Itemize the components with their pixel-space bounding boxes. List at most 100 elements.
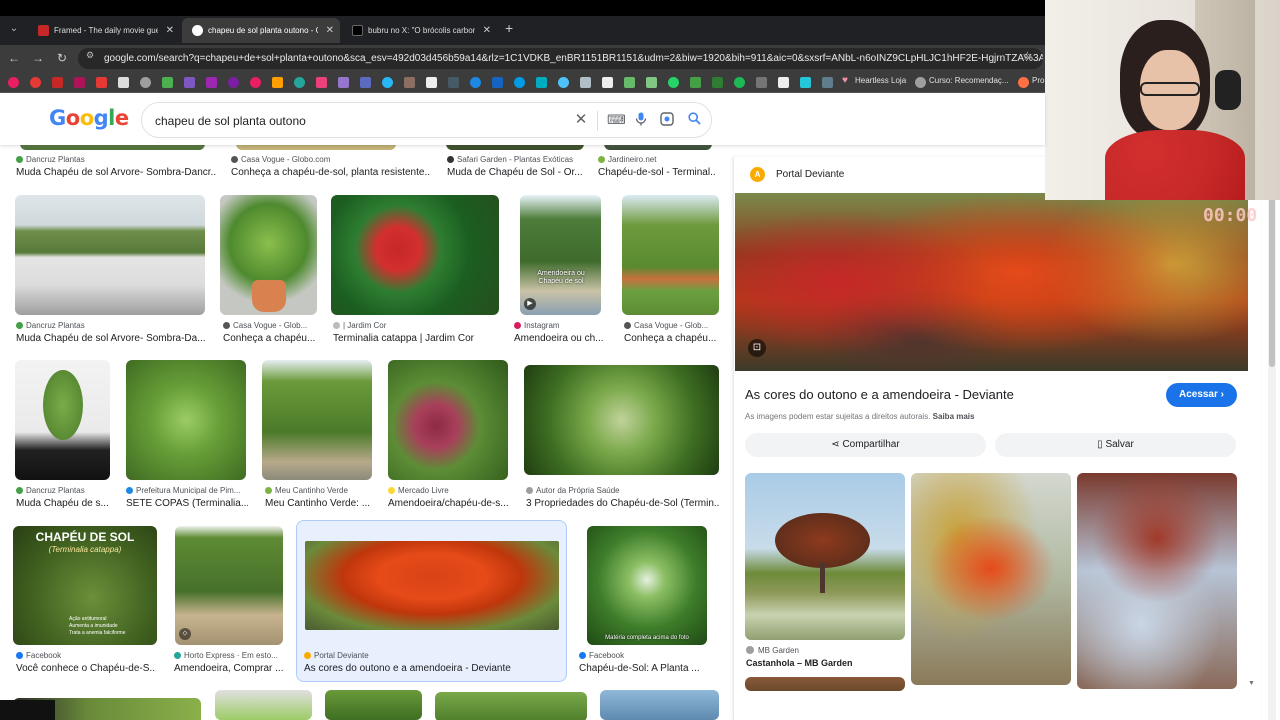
lens-search-icon[interactable]: ⊡ <box>748 339 766 357</box>
result-image-red-leaves[interactable] <box>331 195 499 315</box>
reload-icon[interactable]: ↻ <box>54 50 70 66</box>
result-image-sapling[interactable] <box>15 360 110 480</box>
bookmark-icon[interactable] <box>426 77 437 88</box>
result-image[interactable] <box>325 690 422 720</box>
bookmark-icon[interactable] <box>822 77 833 88</box>
result-source[interactable]: Facebook <box>16 651 156 660</box>
new-tab-button[interactable]: + <box>505 20 513 36</box>
result-image-chapeu-leaves[interactable]: Matéria completa acima do foto <box>587 526 707 645</box>
result-source[interactable]: Portal Deviante <box>304 651 559 660</box>
result-source[interactable]: Prefeitura Municipal de Pim... <box>126 486 248 495</box>
bookmark-icon[interactable] <box>404 77 415 88</box>
tab-search-icon[interactable]: ⌄ <box>6 21 22 37</box>
result-title[interactable]: Muda de Chapéu de Sol - Or... <box>447 167 582 178</box>
related-title[interactable]: Castanhola – MB Garden <box>746 658 853 668</box>
search-input[interactable]: chapeu de sol planta outono <box>155 114 306 128</box>
bookmark-icon[interactable] <box>602 77 613 88</box>
visit-button[interactable]: Acessar › <box>1166 383 1237 407</box>
result-image-tree-garden[interactable] <box>622 195 719 315</box>
bookmark-icon[interactable] <box>140 77 151 88</box>
bookmark-icon[interactable] <box>316 77 327 88</box>
result-image[interactable] <box>446 145 584 150</box>
bookmark-spotify-icon[interactable] <box>734 77 745 88</box>
keyboard-icon[interactable]: ⌨ <box>607 112 626 128</box>
result-source[interactable]: Dancruz Plantas <box>16 321 216 330</box>
result-title[interactable]: Você conhece o Chapéu-de-S... <box>16 663 156 674</box>
forward-arrow-icon[interactable]: → <box>30 50 46 66</box>
learn-more-link[interactable]: Saiba mais <box>933 412 975 421</box>
close-tab-icon[interactable]: ✕ <box>326 18 334 43</box>
result-image-tree-field[interactable]: ⬦ <box>175 526 283 645</box>
result-source[interactable]: Meu Cantinho Verde <box>265 486 375 495</box>
result-image-flower-leaves[interactable] <box>524 365 719 475</box>
bookmark-icon[interactable] <box>558 77 569 88</box>
bookmark-icon[interactable] <box>272 77 283 88</box>
address-bar[interactable]: google.com/search?q=chapeu+de+sol+planta… <box>78 48 1043 69</box>
bookmark-icon[interactable] <box>74 77 85 88</box>
close-tab-icon[interactable]: ✕ <box>483 18 491 43</box>
result-source[interactable]: Facebook <box>579 651 709 660</box>
result-title[interactable]: Terminalia catappa | Jardim Cor <box>333 333 498 344</box>
result-image[interactable] <box>215 690 312 720</box>
result-image[interactable] <box>600 690 719 720</box>
bookmark-heartless-loja[interactable]: Heartless Loja <box>855 76 906 85</box>
result-source[interactable]: Safari Garden - Plantas Exóticas <box>447 155 587 164</box>
preview-image[interactable] <box>735 193 1248 371</box>
result-source[interactable]: Casa Vogue - Globo.com <box>231 155 431 164</box>
page-scrollbar[interactable] <box>1268 157 1276 720</box>
microphone-icon[interactable] <box>633 112 649 128</box>
bookmark-icon[interactable] <box>536 77 547 88</box>
bookmark-icon[interactable] <box>580 77 591 88</box>
result-source[interactable]: Casa Vogue - Glob... <box>624 321 714 330</box>
lens-camera-icon[interactable] <box>659 112 675 128</box>
panel-title[interactable]: As cores do outono e a amendoeira - Devi… <box>745 387 1014 402</box>
tab-framed[interactable]: Framed - The daily movie guess ✕ <box>28 18 180 43</box>
result-title[interactable]: As cores do outono e a amendoeira - Devi… <box>304 663 559 674</box>
result-image-poster[interactable]: CHAPÉU DE SOL (Terminalia catappa) Ação … <box>13 526 157 645</box>
result-image[interactable] <box>435 692 587 720</box>
result-source[interactable]: Instagram <box>514 321 609 330</box>
clear-icon[interactable]: ✕ <box>573 112 589 128</box>
result-source[interactable]: Dancruz Plantas <box>16 155 216 164</box>
result-image-fruits[interactable] <box>388 360 508 480</box>
result-image-video-thumbnail[interactable]: Amendoeira ou Chapéu de sol ▶ <box>520 195 601 315</box>
tab-x-post[interactable]: bubru no X: "O brócolis carbon ✕ <box>342 18 497 43</box>
bookmark-star-icon[interactable]: ☆ <box>1022 49 1033 63</box>
result-image-big-tree[interactable] <box>262 360 372 480</box>
panel-scroll-down-icon[interactable]: ▼ <box>1248 680 1255 687</box>
bookmark-icon[interactable] <box>30 77 41 88</box>
result-image[interactable] <box>236 145 396 150</box>
bookmark-icon[interactable] <box>338 77 349 88</box>
bookmark-icon[interactable] <box>756 77 767 88</box>
bookmark-icon[interactable] <box>448 77 459 88</box>
google-logo[interactable]: Google <box>49 106 129 130</box>
bookmark-icon[interactable] <box>294 77 305 88</box>
bookmark-icon[interactable] <box>712 77 723 88</box>
result-title[interactable]: Amendoeira ou ch... <box>514 333 606 344</box>
result-image[interactable] <box>604 145 712 150</box>
result-source[interactable]: Casa Vogue - Glob... <box>223 321 318 330</box>
result-title[interactable]: Amendoeira, Comprar ... <box>174 663 284 674</box>
save-button[interactable]: ▯ Salvar <box>995 433 1236 457</box>
bookmark-telegram-icon[interactable] <box>514 77 525 88</box>
result-title[interactable]: Chapéu-de-Sol: A Planta ... <box>579 663 709 674</box>
related-image-castanhola[interactable] <box>745 473 905 640</box>
related-image-branches[interactable] <box>911 473 1071 685</box>
close-tab-icon[interactable]: ✕ <box>166 18 174 43</box>
related-image[interactable] <box>745 677 905 691</box>
result-title[interactable]: Muda Chapéu de s... <box>16 498 108 509</box>
related-image-autumn-canopy[interactable] <box>1077 473 1237 689</box>
share-button[interactable]: ⋖ Compartilhar <box>745 433 986 457</box>
result-title[interactable]: Conheça a chapéu-de-sol, planta resisten… <box>231 167 431 178</box>
bookmark-icon[interactable] <box>778 77 789 88</box>
result-source[interactable]: Jardineiro.net <box>598 155 723 164</box>
result-title[interactable]: 3 Propriedades do Chapéu-de-Sol (Termin.… <box>526 498 719 509</box>
result-image[interactable] <box>20 145 205 150</box>
result-source[interactable]: Mercado Livre <box>388 486 513 495</box>
bookmark-icon[interactable] <box>382 77 393 88</box>
bookmark-icon[interactable] <box>646 77 657 88</box>
bookmark-icon[interactable] <box>470 77 481 88</box>
result-image-trees-wall[interactable] <box>15 195 205 315</box>
search-icon[interactable] <box>686 112 702 128</box>
result-title[interactable]: Conheça a chapéu... <box>624 333 716 344</box>
